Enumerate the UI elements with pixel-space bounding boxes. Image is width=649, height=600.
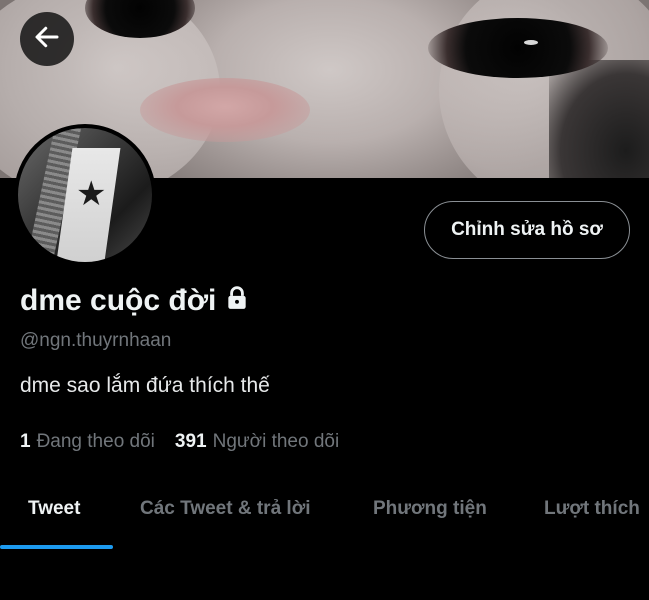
banner-shadow <box>549 60 649 178</box>
arrow-left-icon <box>32 22 62 57</box>
avatar-image: ★ <box>18 128 152 262</box>
following-count: 1 <box>20 431 31 452</box>
edit-profile-button[interactable]: Chỉnh sửa hồ sơ <box>424 201 630 259</box>
following-link[interactable]: 1 Đang theo dõi <box>20 431 155 453</box>
profile-bio: dme sao lắm đứa thích thế <box>20 374 270 397</box>
tab-tweets-and-replies[interactable]: Các Tweet & trả lời <box>140 478 310 540</box>
followers-count: 391 <box>174 431 207 452</box>
back-button[interactable] <box>20 12 74 66</box>
followers-label: Người theo dõi <box>212 431 340 452</box>
avatar[interactable]: ★ <box>14 124 156 266</box>
follow-stats: 1 Đang theo dõi 391 Người theo dõi <box>20 431 339 453</box>
lock-icon <box>224 286 250 311</box>
cat-eye-right <box>428 18 608 78</box>
followers-link[interactable]: 391 Người theo dõi <box>175 431 339 453</box>
following-label: Đang theo dõi <box>36 431 155 452</box>
tab-media[interactable]: Phương tiện <box>373 478 487 540</box>
active-tab-indicator <box>0 545 113 549</box>
tab-tweets[interactable]: Tweet <box>28 478 80 540</box>
profile-tabs: Tweet Các Tweet & trả lời Phương tiện Lư… <box>0 478 649 550</box>
display-name: dme cuộc đời <box>20 284 217 317</box>
user-handle: @ngn.thuyrnhaan <box>20 330 172 351</box>
profile-name-row: dme cuộc đời <box>20 284 250 318</box>
tab-likes[interactable]: Lượt thích <box>544 478 640 540</box>
cat-nose <box>140 78 310 142</box>
